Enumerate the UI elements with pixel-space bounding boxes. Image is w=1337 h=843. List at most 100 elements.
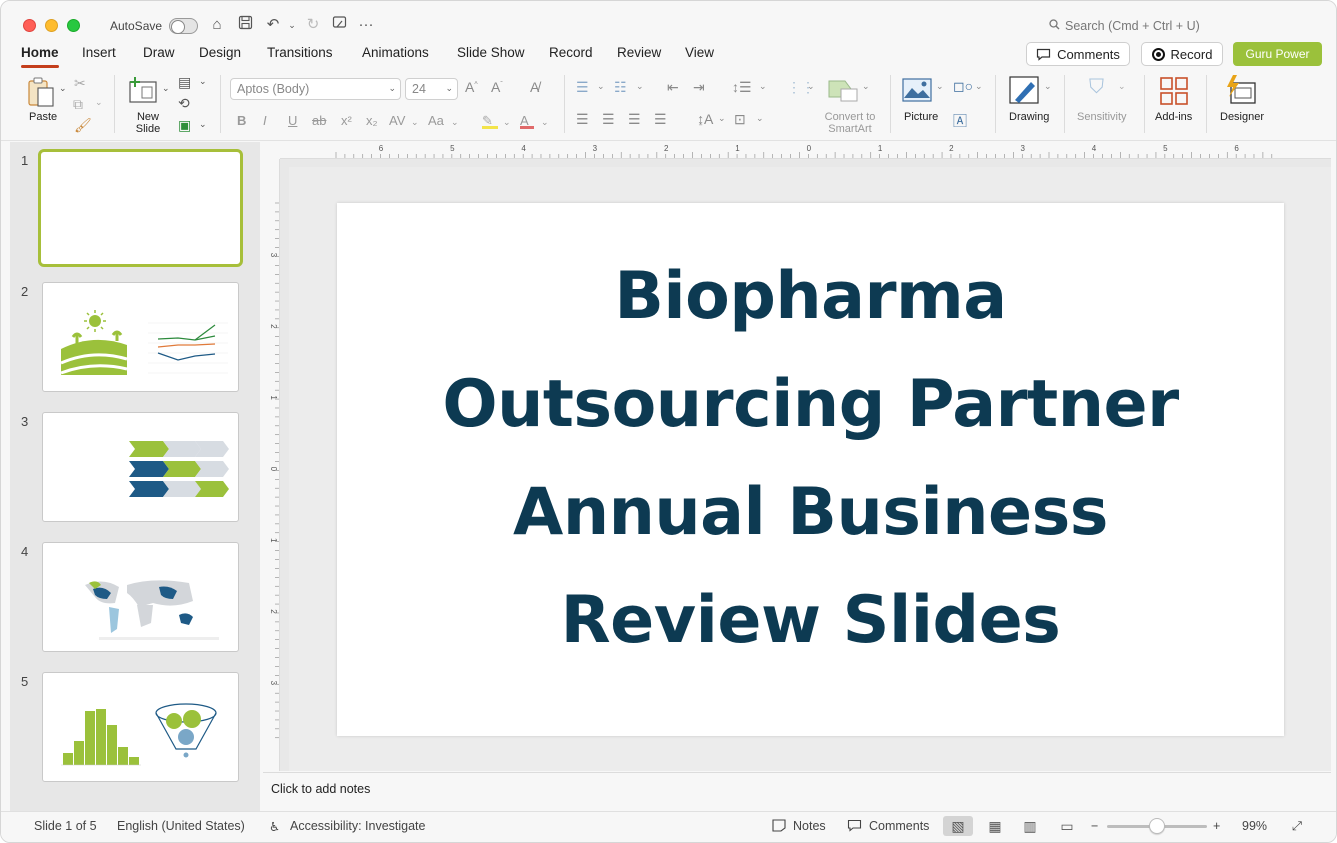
font-color-icon[interactable]: A — [520, 113, 534, 129]
bullets-icon[interactable]: ☰ — [576, 79, 589, 96]
chevron-down-icon[interactable]: ⌄ — [597, 81, 605, 92]
subscript-icon[interactable]: x₂ — [366, 113, 378, 128]
shapes-icon[interactable]: ◻○ — [953, 78, 973, 95]
paste-dropdown-icon[interactable]: ⌄ — [59, 83, 67, 94]
text-direction-icon[interactable]: ↨A — [697, 111, 713, 127]
cut-icon[interactable]: ✂ — [74, 75, 86, 92]
fit-to-window-icon[interactable]: ⤢ — [1292, 819, 1302, 834]
zoom-level[interactable]: 99% — [1242, 819, 1267, 833]
zoom-window-button[interactable] — [67, 19, 80, 32]
chevron-down-icon[interactable]: ⌄ — [759, 81, 767, 92]
tab-record[interactable]: Record — [549, 45, 593, 60]
redo-icon[interactable]: ↻ — [303, 15, 323, 35]
copy-dropdown-icon[interactable]: ⌄ — [95, 97, 103, 108]
slide-thumbnail-1[interactable] — [38, 149, 243, 267]
chevron-down-icon[interactable]: ⌄ — [1118, 81, 1126, 92]
tab-transitions[interactable]: Transitions — [267, 45, 333, 60]
bold-icon[interactable]: B — [237, 113, 246, 128]
align-center-icon[interactable]: ☰ — [602, 111, 615, 128]
tab-home[interactable]: Home — [21, 45, 59, 68]
tab-review[interactable]: Review — [617, 45, 661, 60]
justify-icon[interactable]: ☰ — [654, 111, 667, 128]
chevron-down-icon[interactable]: ⌄ — [718, 113, 726, 124]
slide-thumbnail-3[interactable] — [42, 412, 239, 522]
tab-view[interactable]: View — [685, 45, 714, 60]
record-button[interactable]: Record — [1141, 42, 1223, 66]
notes-icon[interactable] — [772, 819, 786, 835]
comments-toggle[interactable]: Comments — [869, 819, 929, 833]
align-left-icon[interactable]: ☰ — [576, 111, 589, 128]
minimize-window-button[interactable] — [45, 19, 58, 32]
comments-button[interactable]: Comments — [1026, 42, 1130, 66]
chevron-down-icon[interactable]: ⌄ — [807, 81, 815, 92]
zoom-in-icon[interactable]: + — [1213, 819, 1220, 833]
guru-power-button[interactable]: Guru Power — [1233, 42, 1322, 66]
picture-icon[interactable] — [902, 78, 932, 107]
chevron-down-icon[interactable]: ⌄ — [503, 117, 511, 128]
text-box-icon[interactable]: 🄰 — [953, 111, 967, 131]
sensitivity-icon[interactable]: ⛉ — [1089, 76, 1104, 99]
reading-view-button[interactable]: ▥ — [1015, 816, 1045, 836]
copy-icon[interactable]: ⧉ — [73, 96, 83, 113]
chevron-down-icon[interactable]: ⌄ — [636, 81, 644, 92]
smartart-icon[interactable] — [827, 77, 859, 108]
italic-icon[interactable]: I — [263, 113, 267, 128]
superscript-icon[interactable]: x² — [341, 113, 352, 128]
accessibility-status[interactable]: Accessibility: Investigate — [290, 819, 425, 833]
chevron-down-icon[interactable]: ⌄ — [936, 81, 944, 92]
comments-icon[interactable] — [847, 819, 862, 835]
tab-insert[interactable]: Insert — [82, 45, 116, 60]
add-ins-icon[interactable] — [1160, 77, 1188, 110]
zoom-slider-knob[interactable] — [1149, 818, 1165, 834]
save-icon[interactable] — [235, 15, 255, 35]
change-case-icon[interactable]: Aa — [428, 113, 444, 128]
notes-pane[interactable]: Click to add notes — [263, 772, 1331, 810]
normal-view-button[interactable]: ▧ — [943, 816, 973, 836]
accessibility-icon[interactable]: ♿︎ — [269, 819, 280, 834]
slide-thumbnails-panel[interactable]: 1 2 3 4 5 — [10, 142, 260, 811]
chevron-down-icon[interactable]: ⌄ — [756, 113, 764, 124]
slide-title[interactable]: Biopharma Outsourcing Partner Annual Bus… — [397, 243, 1224, 675]
search-box[interactable]: Search (Cmd + Ctrl + U) — [1049, 19, 1200, 33]
decrease-font-size-icon[interactable]: Aˇ — [491, 79, 503, 95]
layout-icon[interactable]: ▤ — [178, 74, 191, 91]
align-text-icon[interactable]: ⊡ — [734, 111, 746, 128]
tab-design[interactable]: Design — [199, 45, 241, 60]
slide-show-button[interactable]: ▭ — [1052, 816, 1082, 836]
increase-indent-icon[interactable]: ⇥ — [693, 79, 705, 96]
font-name-select[interactable]: Aptos (Body) ⌄ — [230, 78, 401, 100]
tab-draw[interactable]: Draw — [143, 45, 175, 60]
section-dropdown-icon[interactable]: ⌄ — [199, 119, 207, 130]
font-size-select[interactable]: 24 ⌄ — [405, 78, 458, 100]
new-slide-icon[interactable] — [128, 76, 158, 109]
current-slide[interactable]: Biopharma Outsourcing Partner Annual Bus… — [337, 203, 1284, 736]
decrease-indent-icon[interactable]: ⇤ — [667, 79, 679, 96]
more-options-icon[interactable]: ··· — [356, 15, 376, 35]
notes-toggle[interactable]: Notes — [793, 819, 826, 833]
chevron-down-icon[interactable]: ⌄ — [541, 117, 549, 128]
slide-thumbnail-2[interactable] — [42, 282, 239, 392]
new-slide-dropdown-icon[interactable]: ⌄ — [162, 83, 170, 94]
paste-icon[interactable] — [25, 76, 57, 113]
section-icon[interactable]: ▣ — [178, 117, 191, 134]
autosave-toggle[interactable] — [169, 18, 198, 34]
chevron-down-icon[interactable]: ⌄ — [975, 81, 983, 92]
slide-thumbnail-5[interactable] — [42, 672, 239, 782]
slide-thumbnail-4[interactable] — [42, 542, 239, 652]
underline-icon[interactable]: U — [288, 113, 297, 128]
designer-icon[interactable] — [1225, 75, 1257, 110]
chevron-down-icon[interactable]: ⌄ — [451, 117, 459, 128]
character-spacing-icon[interactable]: AV — [389, 113, 405, 128]
layout-dropdown-icon[interactable]: ⌄ — [199, 76, 207, 87]
undo-icon[interactable]: ↶ — [263, 15, 283, 35]
format-painter-icon[interactable]: 🖌 — [74, 117, 92, 134]
clear-formatting-icon[interactable]: A̸ — [530, 79, 539, 95]
close-window-button[interactable] — [23, 19, 36, 32]
strikethrough-icon[interactable]: ab — [312, 113, 326, 128]
numbering-icon[interactable]: ☷ — [614, 79, 627, 96]
chevron-down-icon[interactable]: ⌄ — [1044, 81, 1052, 92]
align-right-icon[interactable]: ☰ — [628, 111, 641, 128]
home-icon[interactable]: ⌂ — [207, 15, 227, 35]
chevron-down-icon[interactable]: ⌄ — [411, 117, 419, 128]
present-icon[interactable] — [329, 15, 349, 35]
